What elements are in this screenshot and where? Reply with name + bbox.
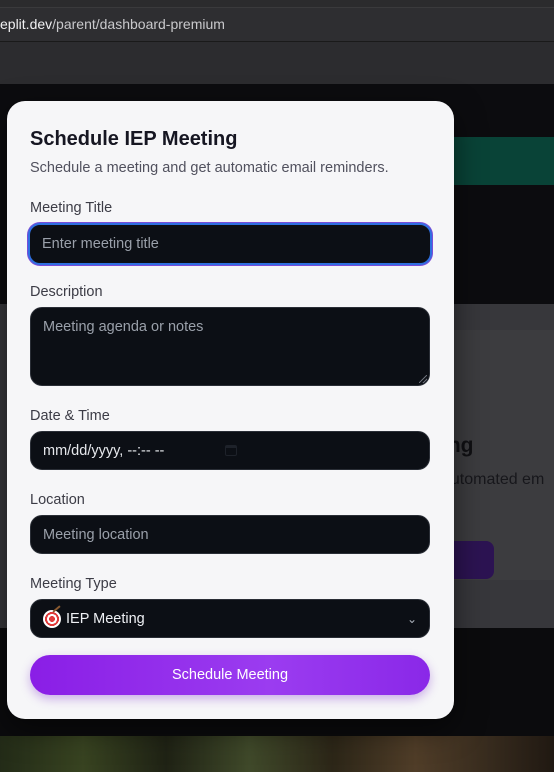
meeting-type-label: Meeting Type [30,576,117,592]
location-input[interactable] [30,515,430,554]
dialog-description: Schedule a meeting and get automatic ema… [30,160,389,176]
schedule-meeting-button[interactable]: Schedule Meeting [30,655,430,695]
resize-handle-icon[interactable] [419,375,427,383]
address-bar[interactable]: eplit.dev/parent/dashboard-premium [0,8,554,42]
dialog-title: Schedule IEP Meeting [30,128,238,150]
target-emoji-icon [43,609,61,628]
location-label: Location [30,492,85,508]
datetime-input[interactable]: mm/dd/yyyy, --:-- -- [30,431,430,470]
schedule-meeting-dialog: Schedule IEP Meeting Schedule a meeting … [7,101,454,719]
meeting-type-select[interactable]: IEP Meeting ⌄ [30,599,430,638]
url-text[interactable]: eplit.dev/parent/dashboard-premium [0,16,225,32]
datetime-label: Date & Time [30,408,110,424]
description-wrapper [30,307,430,386]
calendar-icon[interactable] [225,445,237,456]
meeting-title-input[interactable] [28,223,432,265]
chevron-down-icon: ⌄ [406,611,417,626]
description-textarea[interactable] [30,307,430,386]
datetime-value: mm/dd/yyyy, --:-- -- [43,442,165,459]
description-label: Description [30,284,103,300]
meeting-type-value: IEP Meeting [66,610,145,627]
browser-tabstrip [0,0,554,8]
meeting-title-label: Meeting Title [30,200,113,216]
url-host: eplit.dev [0,16,53,32]
url-path: /parent/dashboard-premium [52,16,225,32]
